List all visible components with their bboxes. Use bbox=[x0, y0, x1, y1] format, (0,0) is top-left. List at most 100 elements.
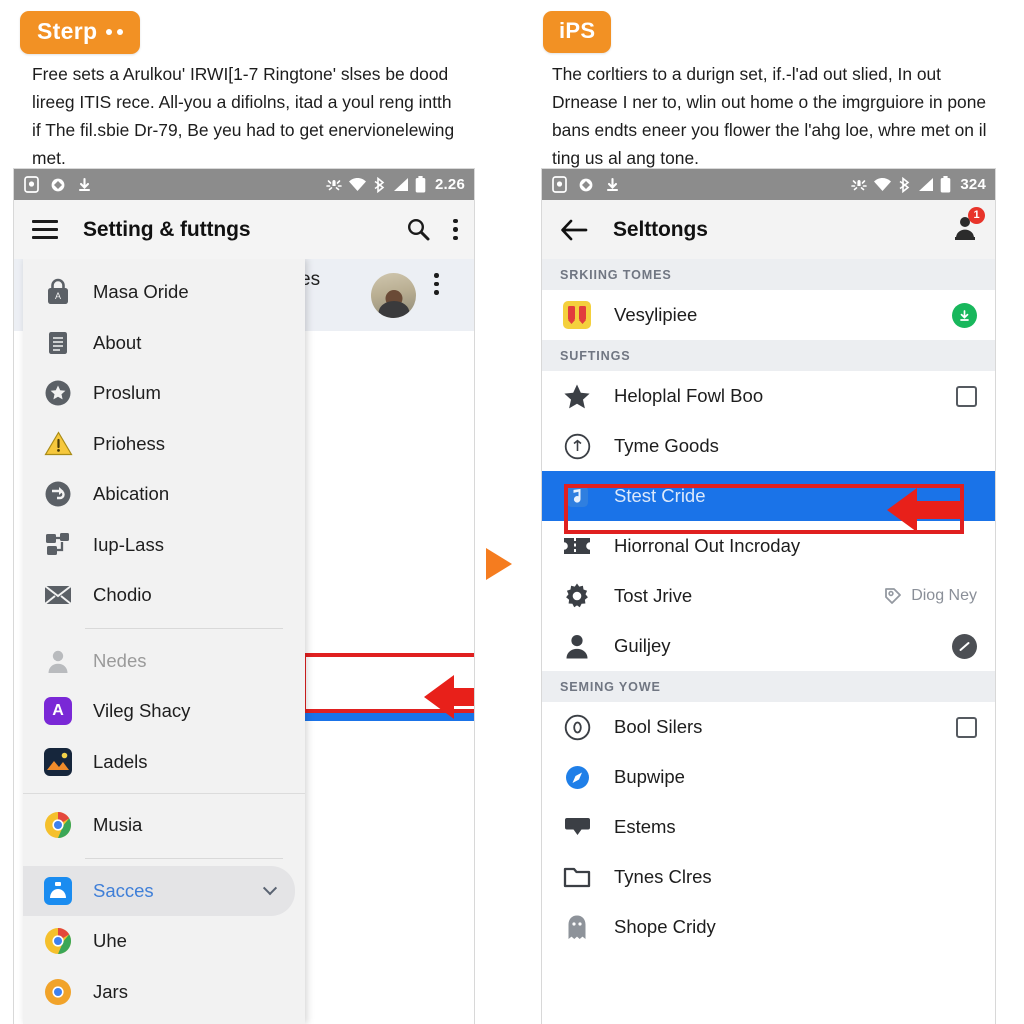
drawer-item-chodio[interactable]: Chodio bbox=[23, 570, 305, 621]
sync-icon bbox=[579, 178, 593, 191]
list-item-label: Vesylipiee bbox=[614, 304, 698, 325]
drawer-item-about[interactable]: About bbox=[23, 318, 305, 369]
app-photos-icon bbox=[43, 747, 73, 777]
bluetooth-icon bbox=[899, 176, 910, 193]
sync-icon bbox=[51, 178, 65, 191]
kebab-icon[interactable] bbox=[453, 218, 458, 241]
list-item-label: Bupwipe bbox=[614, 766, 685, 787]
status-bar-left: 2.26 bbox=[14, 169, 474, 200]
drawer-item-musia[interactable]: Musia bbox=[23, 800, 305, 851]
list-item-estems[interactable]: Estems bbox=[542, 802, 995, 852]
notification-badge: 1 bbox=[968, 206, 985, 224]
back-arrow-icon[interactable] bbox=[560, 218, 588, 242]
list-item-tynes-clres[interactable]: Tynes Clres bbox=[542, 852, 995, 902]
document-icon bbox=[43, 328, 73, 358]
app-bar-title-right: Selttongs bbox=[613, 217, 708, 241]
step-badge-right: iPS bbox=[543, 11, 612, 53]
list-item-trailing[interactable] bbox=[956, 385, 977, 407]
list-item-label: Heloplal Fowl Boo bbox=[614, 385, 764, 406]
drawer-item-nedes[interactable]: Nedes bbox=[23, 636, 305, 687]
ghost-icon bbox=[562, 914, 592, 941]
gear-icon bbox=[562, 582, 592, 610]
download-icon bbox=[78, 177, 91, 191]
drawer-divider bbox=[23, 793, 305, 794]
list-item-trailing[interactable] bbox=[956, 716, 977, 738]
checkbox-icon[interactable] bbox=[956, 385, 977, 407]
ticket-icon bbox=[562, 535, 592, 557]
list-item-guiljey[interactable]: Guiljey bbox=[542, 621, 995, 671]
lock-icon: A bbox=[43, 277, 73, 307]
monitor-icon bbox=[562, 815, 592, 839]
status-time-left: 2.26 bbox=[435, 176, 465, 193]
intro-text-left: Free sets a Arulkou' IRWI[1-7 Ringtone' … bbox=[32, 64, 455, 168]
drawer-item-sacces[interactable]: Sacces bbox=[23, 865, 295, 916]
chevron-down-icon[interactable] bbox=[262, 880, 278, 895]
list-item-trailing[interactable]: Diog Ney bbox=[883, 586, 977, 606]
list-item-bupwipe[interactable]: Bupwipe bbox=[542, 752, 995, 802]
drawer-item-label: Abication bbox=[93, 483, 170, 505]
drawer-item-label: Uhe bbox=[93, 930, 127, 952]
drawer-item-priohess[interactable]: Priohess bbox=[23, 419, 305, 470]
phone-body-right: SRKIING TOMES Vesylipiee SUFTINGS Helopl… bbox=[542, 259, 995, 1024]
list-item-label: Hiorronal Out Incroday bbox=[614, 535, 801, 556]
phone-body-left: d es Ringtone bbox=[14, 259, 474, 1024]
bluetooth-icon bbox=[374, 176, 385, 193]
person-faded-icon bbox=[43, 646, 73, 676]
hamburger-icon[interactable] bbox=[32, 220, 58, 239]
drawer-item-label: About bbox=[93, 331, 142, 353]
drawer-item-label: Ladels bbox=[93, 750, 148, 772]
list-item-shope-cridy[interactable]: Shope Cridy bbox=[542, 902, 995, 952]
drawer-item-ladels[interactable]: Ladels bbox=[23, 737, 305, 788]
drawer-item-proslum[interactable]: Proslum bbox=[23, 368, 305, 419]
wifi-icon bbox=[349, 178, 366, 191]
music-note-icon bbox=[562, 483, 592, 510]
signal-icon bbox=[919, 178, 934, 191]
warning-triangle-icon bbox=[43, 429, 73, 459]
drawer-item-vileg-shacy[interactable]: A Vileg Shacy bbox=[23, 686, 305, 737]
drawer-item-abication[interactable]: Abication bbox=[23, 469, 305, 520]
drawer-item-label: Chodio bbox=[93, 584, 152, 606]
step-badge-dots bbox=[106, 28, 124, 35]
list-item-tyme-goods[interactable]: Tyme Goods bbox=[542, 421, 995, 471]
app-bar-right: Selttongs 1 bbox=[542, 200, 995, 259]
drawer-item-masa-oride[interactable]: A Masa Oride bbox=[23, 267, 305, 318]
drawer-item-label: Masa Oride bbox=[93, 281, 189, 303]
drawer-item-jars[interactable]: Jars bbox=[23, 967, 305, 1018]
drawer-item-uhe[interactable]: Uhe bbox=[23, 916, 305, 967]
battery-icon bbox=[415, 176, 426, 193]
list-item-vesylipiee[interactable]: Vesylipiee bbox=[542, 290, 995, 340]
step-panel-left: Sterp Free sets a Arulkou' IRWI[1-7 Ring… bbox=[0, 0, 512, 1024]
flow-arrow-icon bbox=[486, 548, 512, 580]
slash-circle-icon[interactable] bbox=[952, 633, 977, 659]
step-badge-right-label: iPS bbox=[559, 18, 596, 43]
list-item-heloplal-fowl-boo[interactable]: Heloplal Fowl Boo bbox=[542, 371, 995, 421]
list-item-label: Tyme Goods bbox=[614, 435, 719, 456]
drawer-item-label: Proslum bbox=[93, 382, 161, 404]
search-icon[interactable] bbox=[406, 217, 431, 242]
person-add-icon[interactable]: 1 bbox=[952, 206, 985, 246]
checkbox-icon[interactable] bbox=[956, 716, 977, 738]
list-item-label: Tost Jrive bbox=[614, 585, 693, 606]
tutorial-page: Sterp Free sets a Arulkou' IRWI[1-7 Ring… bbox=[0, 0, 1024, 1024]
list-item-trailing[interactable] bbox=[952, 302, 977, 328]
star-icon bbox=[562, 383, 592, 410]
list-item-bool-silers[interactable]: Bool Silers bbox=[542, 702, 995, 752]
list-item-label: Bool Silers bbox=[614, 716, 703, 737]
svg-text:A: A bbox=[55, 291, 61, 301]
drawer-item-label: Nedes bbox=[93, 649, 147, 671]
envelope-icon bbox=[43, 580, 73, 610]
intro-text-right: The corltiers to a durign set, if.-l'ad … bbox=[552, 64, 987, 168]
status-left-icons bbox=[552, 176, 620, 193]
list-item-tost-jrive[interactable]: Tost Jrive Diog Ney bbox=[542, 571, 995, 621]
app-bar-actions-left bbox=[406, 217, 458, 242]
vibrate-icon bbox=[326, 180, 342, 191]
avatar[interactable] bbox=[371, 273, 416, 318]
drawer-item-iup-lass[interactable]: Iup-Lass bbox=[23, 520, 305, 571]
download-circle-icon[interactable] bbox=[952, 302, 977, 328]
list-item-label: Stest Cride bbox=[614, 485, 706, 506]
list-item-trailing[interactable] bbox=[952, 633, 977, 659]
row-kebab-icon[interactable] bbox=[434, 273, 439, 295]
app-yellow-icon bbox=[562, 301, 592, 329]
drawer-divider bbox=[85, 857, 283, 859]
tag-icon bbox=[885, 588, 902, 604]
